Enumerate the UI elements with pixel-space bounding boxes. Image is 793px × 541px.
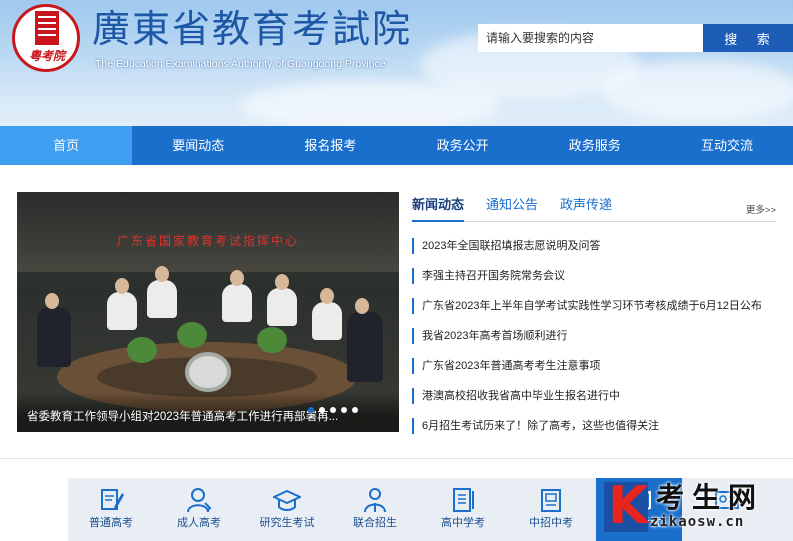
nav-item-interaction[interactable]: 互动交流 [661,126,793,165]
slide-photo-person [147,266,177,318]
slide-photo-plant [127,337,157,363]
slide-photo-person [267,274,297,326]
search-input[interactable] [478,24,703,52]
slider-dots [308,407,358,413]
slide-photo-person [222,270,252,322]
section-divider [0,458,793,459]
quick-link-label: 联合招生 [353,517,397,529]
site-header: 粤考院 廣東省教育考試院 The Education Examinations … [0,0,793,126]
pen-paper-icon [101,489,124,510]
cloud-decoration [240,80,500,126]
tab-notices[interactable]: 通知公告 [486,194,538,213]
slide-photo-camera [185,352,231,392]
site-title[interactable]: 廣東省教育考試院 [92,6,412,52]
watermark-k: K [608,476,649,536]
watermark-logo: K 考生网 zikaosw.cn [604,478,793,541]
cloud-decoration [600,60,793,120]
tab-policy[interactable]: 政声传递 [560,194,612,213]
site-emblem-logo[interactable]: 粤考院 [12,4,80,72]
news-list-item[interactable]: 港澳高校招收我省高中毕业生报名进行中 [412,388,620,404]
quick-link-graduate[interactable]: 研究生考试 [244,478,330,541]
building-icon [35,11,59,45]
quick-link-gaokao[interactable]: 普通高考 [68,478,154,541]
news-list-item[interactable]: 2023年全国联招填报志愿说明及问答 [412,238,600,254]
news-tabs: 新闻动态 通知公告 政声传递 更多>> [412,192,776,222]
group-icon [364,488,386,513]
quick-link-label: 高中学考 [441,517,485,529]
slide-photo-plant [177,322,207,348]
nav-item-home[interactable]: 首页 [0,126,133,165]
slide-photo-person [312,288,342,340]
slider-dot[interactable] [330,407,336,413]
quick-link-label: 普通高考 [89,517,133,529]
nav-item-public-affairs[interactable]: 政务公开 [397,126,529,165]
nav-item-registration[interactable]: 报名报考 [264,126,396,165]
slide-photo-person [347,298,383,382]
slide-photo-person [37,293,71,367]
slide-photo-person [107,278,137,330]
quick-link-adult[interactable]: 成人高考 [156,478,242,541]
nav-item-services[interactable]: 政务服务 [529,126,661,165]
slider-dot[interactable] [308,407,314,413]
quick-link-joint[interactable]: 联合招生 [332,478,418,541]
watermark-domain: zikaosw.cn [650,514,745,530]
quick-link-label: 研究生考试 [259,517,315,529]
certificate-icon [541,489,561,512]
person-icon [187,488,212,513]
news-list-item[interactable]: 6月招生考试历来了！除了高考，这些也值得关注 [412,418,659,434]
main-nav: 首页 要闻动态 报名报考 政务公开 政务服务 互动交流 [0,126,793,165]
news-list-item[interactable]: 李强主持召开国务院常务会议 [412,268,565,284]
quick-link-highschool[interactable]: 高中学考 [420,478,506,541]
quick-link-label: 中招中考 [529,517,573,529]
quick-link-label: 成人高考 [177,517,221,529]
nav-item-news[interactable]: 要闻动态 [132,126,264,165]
news-list-item[interactable]: 广东省2023年普通高考考生注意事项 [412,358,600,374]
watermark-title: 考生网 [656,481,765,514]
tab-news[interactable]: 新闻动态 [412,194,465,222]
news-slider[interactable]: 广东省国家教育考试指挥中心 省委教育工作领导小组对2023年普通高考工作进行再部… [17,192,399,432]
search-button[interactable]: 搜 索 [703,24,793,52]
graduation-cap-icon [273,489,301,511]
slider-dot[interactable] [352,407,358,413]
quick-link-zhongkao[interactable]: 中招中考 [508,478,594,541]
slider-dot[interactable] [341,407,347,413]
news-panel: 新闻动态 通知公告 政声传递 更多>> 2023年全国联招填报志愿说明及问答 李… [412,192,776,437]
news-list-item[interactable]: 广东省2023年上半年自学考试实践性学习环节考核成绩于6月12日公布 [412,298,762,314]
notebook-icon [453,488,474,512]
slider-dot[interactable] [319,407,325,413]
slide-photo-plant [257,327,287,353]
emblem-text: 粤考院 [28,49,65,63]
slide-banner-text: 广东省国家教育考试指挥中心 [116,234,299,248]
more-link[interactable]: 更多>> [746,202,776,216]
news-list-item[interactable]: 我省2023年高考首场顺利进行 [412,328,567,344]
site-subtitle: The Education Examinations Authority of … [95,58,386,70]
